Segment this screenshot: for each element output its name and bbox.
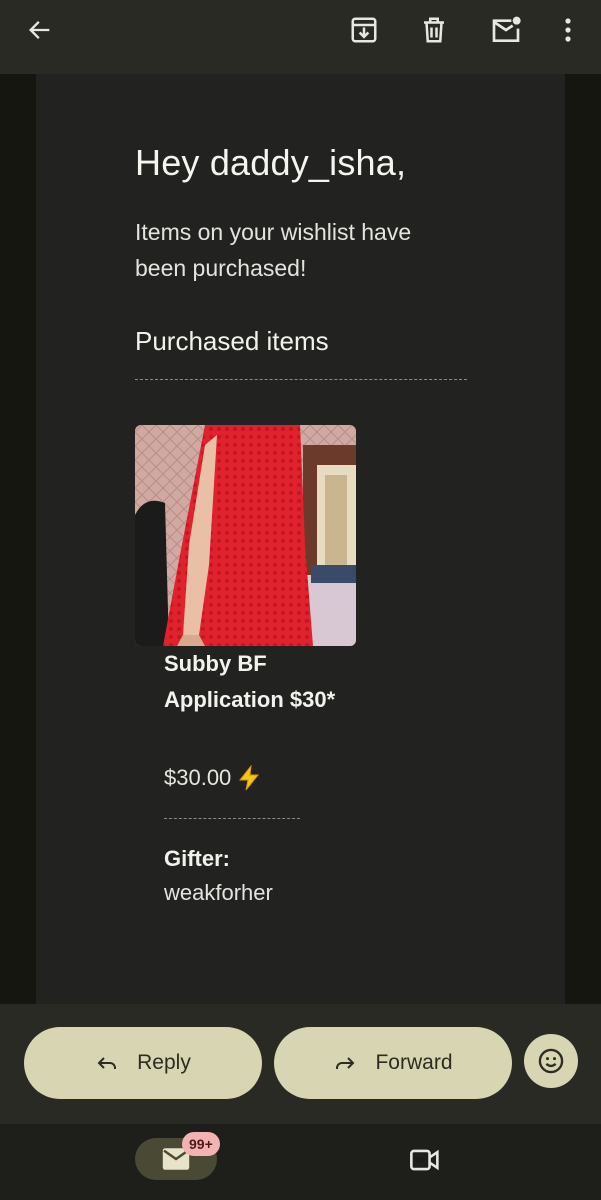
emoji-reaction-button[interactable] xyxy=(524,1034,578,1088)
delete-button[interactable] xyxy=(414,10,454,50)
gifter-name: weakforher xyxy=(164,880,273,905)
more-vert-icon xyxy=(565,18,571,42)
trash-icon xyxy=(424,17,444,43)
item-price: $30.00 xyxy=(164,765,232,790)
archive-button[interactable] xyxy=(344,10,384,50)
video-camera-icon xyxy=(410,1149,439,1171)
item-divider xyxy=(164,818,300,819)
mail-count-badge: 99+ xyxy=(182,1132,220,1156)
back-button[interactable] xyxy=(20,10,60,50)
lightning-icon xyxy=(239,765,260,791)
nav-meet-tab[interactable] xyxy=(404,1140,446,1180)
item-price-row: $30.00 xyxy=(164,760,261,796)
dress-photo xyxy=(135,425,356,646)
gifter-label: Gifter: xyxy=(164,846,230,871)
back-arrow-icon xyxy=(29,21,50,39)
top-app-bar xyxy=(0,0,601,74)
forward-label: Forward xyxy=(375,1051,453,1074)
smiley-icon xyxy=(538,1048,564,1074)
forward-button[interactable]: Forward xyxy=(274,1027,512,1099)
reply-label: Reply xyxy=(137,1051,191,1074)
reply-icon xyxy=(97,1057,117,1069)
item-image[interactable] xyxy=(135,425,356,646)
section-divider xyxy=(135,379,467,380)
greeting: Hey daddy_isha, xyxy=(135,142,407,183)
more-options-button[interactable] xyxy=(548,10,588,50)
forward-icon xyxy=(336,1057,355,1069)
bottom-navigation xyxy=(0,1124,601,1200)
mark-unread-icon xyxy=(492,16,521,42)
mark-unread-button[interactable] xyxy=(486,10,526,50)
intro-text: Items on your wishlist have been purchas… xyxy=(135,219,412,281)
reply-button[interactable]: Reply xyxy=(24,1027,262,1099)
item-name: Subby BF Application $30* xyxy=(164,651,336,712)
section-title: Purchased items xyxy=(135,326,329,356)
archive-icon xyxy=(351,17,377,43)
